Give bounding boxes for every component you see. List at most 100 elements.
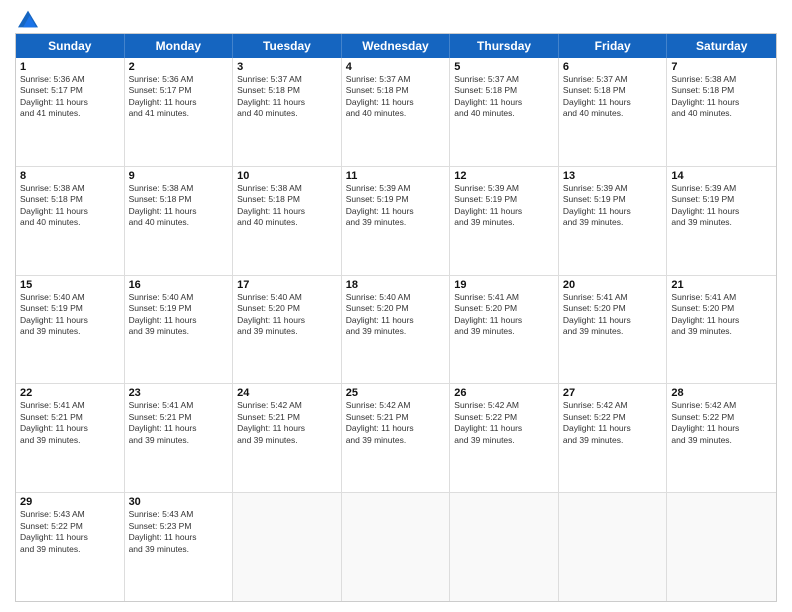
cell-text: Sunrise: 5:37 AM Sunset: 5:18 PM Dayligh…: [563, 74, 663, 120]
day-cell-3: 3Sunrise: 5:37 AM Sunset: 5:18 PM Daylig…: [233, 58, 342, 166]
cell-text: Sunrise: 5:42 AM Sunset: 5:21 PM Dayligh…: [237, 400, 337, 446]
day-cell-24: 24Sunrise: 5:42 AM Sunset: 5:21 PM Dayli…: [233, 384, 342, 492]
cell-text: Sunrise: 5:40 AM Sunset: 5:19 PM Dayligh…: [129, 292, 229, 338]
day-cell-4: 4Sunrise: 5:37 AM Sunset: 5:18 PM Daylig…: [342, 58, 451, 166]
day-number: 26: [454, 387, 554, 399]
cell-text: Sunrise: 5:41 AM Sunset: 5:21 PM Dayligh…: [129, 400, 229, 446]
day-number: 18: [346, 279, 446, 291]
day-cell-8: 8Sunrise: 5:38 AM Sunset: 5:18 PM Daylig…: [16, 167, 125, 275]
day-number: 3: [237, 61, 337, 73]
day-number: 11: [346, 170, 446, 182]
day-cell-30: 30Sunrise: 5:43 AM Sunset: 5:23 PM Dayli…: [125, 493, 234, 601]
day-cell-29: 29Sunrise: 5:43 AM Sunset: 5:22 PM Dayli…: [16, 493, 125, 601]
day-number: 28: [671, 387, 772, 399]
logo: [15, 10, 38, 25]
calendar-row: 29Sunrise: 5:43 AM Sunset: 5:22 PM Dayli…: [16, 493, 776, 601]
cell-text: Sunrise: 5:39 AM Sunset: 5:19 PM Dayligh…: [563, 183, 663, 229]
cell-text: Sunrise: 5:43 AM Sunset: 5:22 PM Dayligh…: [20, 509, 120, 555]
calendar-row: 15 Sunrise: 5:40 AM Sunset: 5:19 PM Dayli…: [16, 276, 776, 385]
cell-text: Sunrise: 5:38 AM Sunset: 5:18 PM Dayligh…: [129, 183, 229, 229]
day-number: 4: [346, 61, 446, 73]
cell-text: Sunrise: 5:41 AM Sunset: 5:20 PM Dayligh…: [454, 292, 554, 338]
day-number: 23: [129, 387, 229, 399]
empty-cell: [450, 493, 559, 601]
day-number: 27: [563, 387, 663, 399]
weekday-header-friday: Friday: [559, 34, 668, 58]
cell-text: Sunrise: 5:39 AM Sunset: 5:19 PM Dayligh…: [671, 183, 772, 229]
day-number: 8: [20, 170, 120, 182]
cell-text: Sunrise: 5:38 AM Sunset: 5:18 PM Dayligh…: [20, 183, 120, 229]
day-number: 24: [237, 387, 337, 399]
empty-cell: [342, 493, 451, 601]
day-number: 9: [129, 170, 229, 182]
cell-text: Sunrise: 5:42 AM Sunset: 5:22 PM Dayligh…: [454, 400, 554, 446]
cell-text: Sunrise: 5:40 AM Sunset: 5:20 PM Dayligh…: [346, 292, 446, 338]
cell-text: Sunrise: 5:36 AM Sunset: 5:17 PM Dayligh…: [20, 74, 120, 120]
cell-text: Sunrise: 5:42 AM Sunset: 5:22 PM Dayligh…: [563, 400, 663, 446]
cell-text: Sunrise: 5:36 AM Sunset: 5:17 PM Dayligh…: [129, 74, 229, 120]
day-number: 22: [20, 387, 120, 399]
cell-text: Sunrise: 5:40 AM Sunset: 5:20 PM Dayligh…: [237, 292, 337, 338]
day-cell-21: 21Sunrise: 5:41 AM Sunset: 5:20 PM Dayli…: [667, 276, 776, 384]
day-cell-17: 17Sunrise: 5:40 AM Sunset: 5:20 PM Dayli…: [233, 276, 342, 384]
day-number: 14: [671, 170, 772, 182]
calendar: SundayMondayTuesdayWednesdayThursdayFrid…: [15, 33, 777, 602]
day-cell-11: 11Sunrise: 5:39 AM Sunset: 5:19 PM Dayli…: [342, 167, 451, 275]
day-cell-20: 20Sunrise: 5:41 AM Sunset: 5:20 PM Dayli…: [559, 276, 668, 384]
cell-text: Sunrise: 5:41 AM Sunset: 5:20 PM Dayligh…: [563, 292, 663, 338]
day-number: 19: [454, 279, 554, 291]
day-number: 12: [454, 170, 554, 182]
page: SundayMondayTuesdayWednesdayThursdayFrid…: [0, 0, 792, 612]
calendar-body: 1Sunrise: 5:36 AM Sunset: 5:17 PM Daylig…: [16, 58, 776, 601]
cell-text: Sunrise: 5:38 AM Sunset: 5:18 PM Dayligh…: [237, 183, 337, 229]
day-number: 7: [671, 61, 772, 73]
day-number: 21: [671, 279, 772, 291]
day-cell-2: 2Sunrise: 5:36 AM Sunset: 5:17 PM Daylig…: [125, 58, 234, 166]
weekday-header-monday: Monday: [125, 34, 234, 58]
day-cell-1: 1Sunrise: 5:36 AM Sunset: 5:17 PM Daylig…: [16, 58, 125, 166]
header: [15, 10, 777, 25]
day-cell-12: 12Sunrise: 5:39 AM Sunset: 5:19 PM Dayli…: [450, 167, 559, 275]
day-number: 20: [563, 279, 663, 291]
weekday-header-saturday: Saturday: [667, 34, 776, 58]
day-cell-26: 26Sunrise: 5:42 AM Sunset: 5:22 PM Dayli…: [450, 384, 559, 492]
day-cell-15: 15Sunrise: 5:40 AM Sunset: 5:19 PM Dayli…: [16, 276, 125, 384]
day-cell-16: 16Sunrise: 5:40 AM Sunset: 5:19 PM Dayli…: [125, 276, 234, 384]
weekday-header-wednesday: Wednesday: [342, 34, 451, 58]
cell-text: Sunrise: 5:37 AM Sunset: 5:18 PM Dayligh…: [237, 74, 337, 120]
day-number: 15: [20, 279, 120, 291]
empty-cell: [667, 493, 776, 601]
cell-text: Sunrise: 5:42 AM Sunset: 5:22 PM Dayligh…: [671, 400, 772, 446]
day-number: 17: [237, 279, 337, 291]
cell-text: Sunrise: 5:39 AM Sunset: 5:19 PM Dayligh…: [454, 183, 554, 229]
day-number: 5: [454, 61, 554, 73]
cell-text: Sunrise: 5:37 AM Sunset: 5:18 PM Dayligh…: [454, 74, 554, 120]
cell-text: Sunrise: 5:39 AM Sunset: 5:19 PM Dayligh…: [346, 183, 446, 229]
day-number: 13: [563, 170, 663, 182]
day-cell-23: 23Sunrise: 5:41 AM Sunset: 5:21 PM Dayli…: [125, 384, 234, 492]
cell-text: Sunrise: 5:41 AM Sunset: 5:21 PM Dayligh…: [20, 400, 120, 446]
calendar-header: SundayMondayTuesdayWednesdayThursdayFrid…: [16, 34, 776, 58]
weekday-header-thursday: Thursday: [450, 34, 559, 58]
cell-text: Sunrise: 5:43 AM Sunset: 5:23 PM Dayligh…: [129, 509, 229, 555]
day-number: 6: [563, 61, 663, 73]
logo-icon: [18, 10, 38, 28]
cell-text: Sunrise: 5:37 AM Sunset: 5:18 PM Dayligh…: [346, 74, 446, 120]
cell-text: Sunrise: 5:41 AM Sunset: 5:20 PM Dayligh…: [671, 292, 772, 338]
day-number: 10: [237, 170, 337, 182]
logo-text: [15, 10, 38, 25]
day-cell-19: 19Sunrise: 5:41 AM Sunset: 5:20 PM Dayli…: [450, 276, 559, 384]
day-cell-9: 9Sunrise: 5:38 AM Sunset: 5:18 PM Daylig…: [125, 167, 234, 275]
day-cell-5: 5Sunrise: 5:37 AM Sunset: 5:18 PM Daylig…: [450, 58, 559, 166]
day-number: 16: [129, 279, 229, 291]
day-cell-7: 7Sunrise: 5:38 AM Sunset: 5:18 PM Daylig…: [667, 58, 776, 166]
day-cell-27: 27Sunrise: 5:42 AM Sunset: 5:22 PM Dayli…: [559, 384, 668, 492]
empty-cell: [559, 493, 668, 601]
calendar-row: 22Sunrise: 5:41 AM Sunset: 5:21 PM Dayli…: [16, 384, 776, 493]
day-number: 2: [129, 61, 229, 73]
calendar-row: 8Sunrise: 5:38 AM Sunset: 5:18 PM Daylig…: [16, 167, 776, 276]
cell-text: Sunrise: 5:38 AM Sunset: 5:18 PM Dayligh…: [671, 74, 772, 120]
day-cell-10: 10Sunrise: 5:38 AM Sunset: 5:18 PM Dayli…: [233, 167, 342, 275]
day-number: 30: [129, 496, 229, 508]
cell-text: Sunrise: 5:42 AM Sunset: 5:21 PM Dayligh…: [346, 400, 446, 446]
